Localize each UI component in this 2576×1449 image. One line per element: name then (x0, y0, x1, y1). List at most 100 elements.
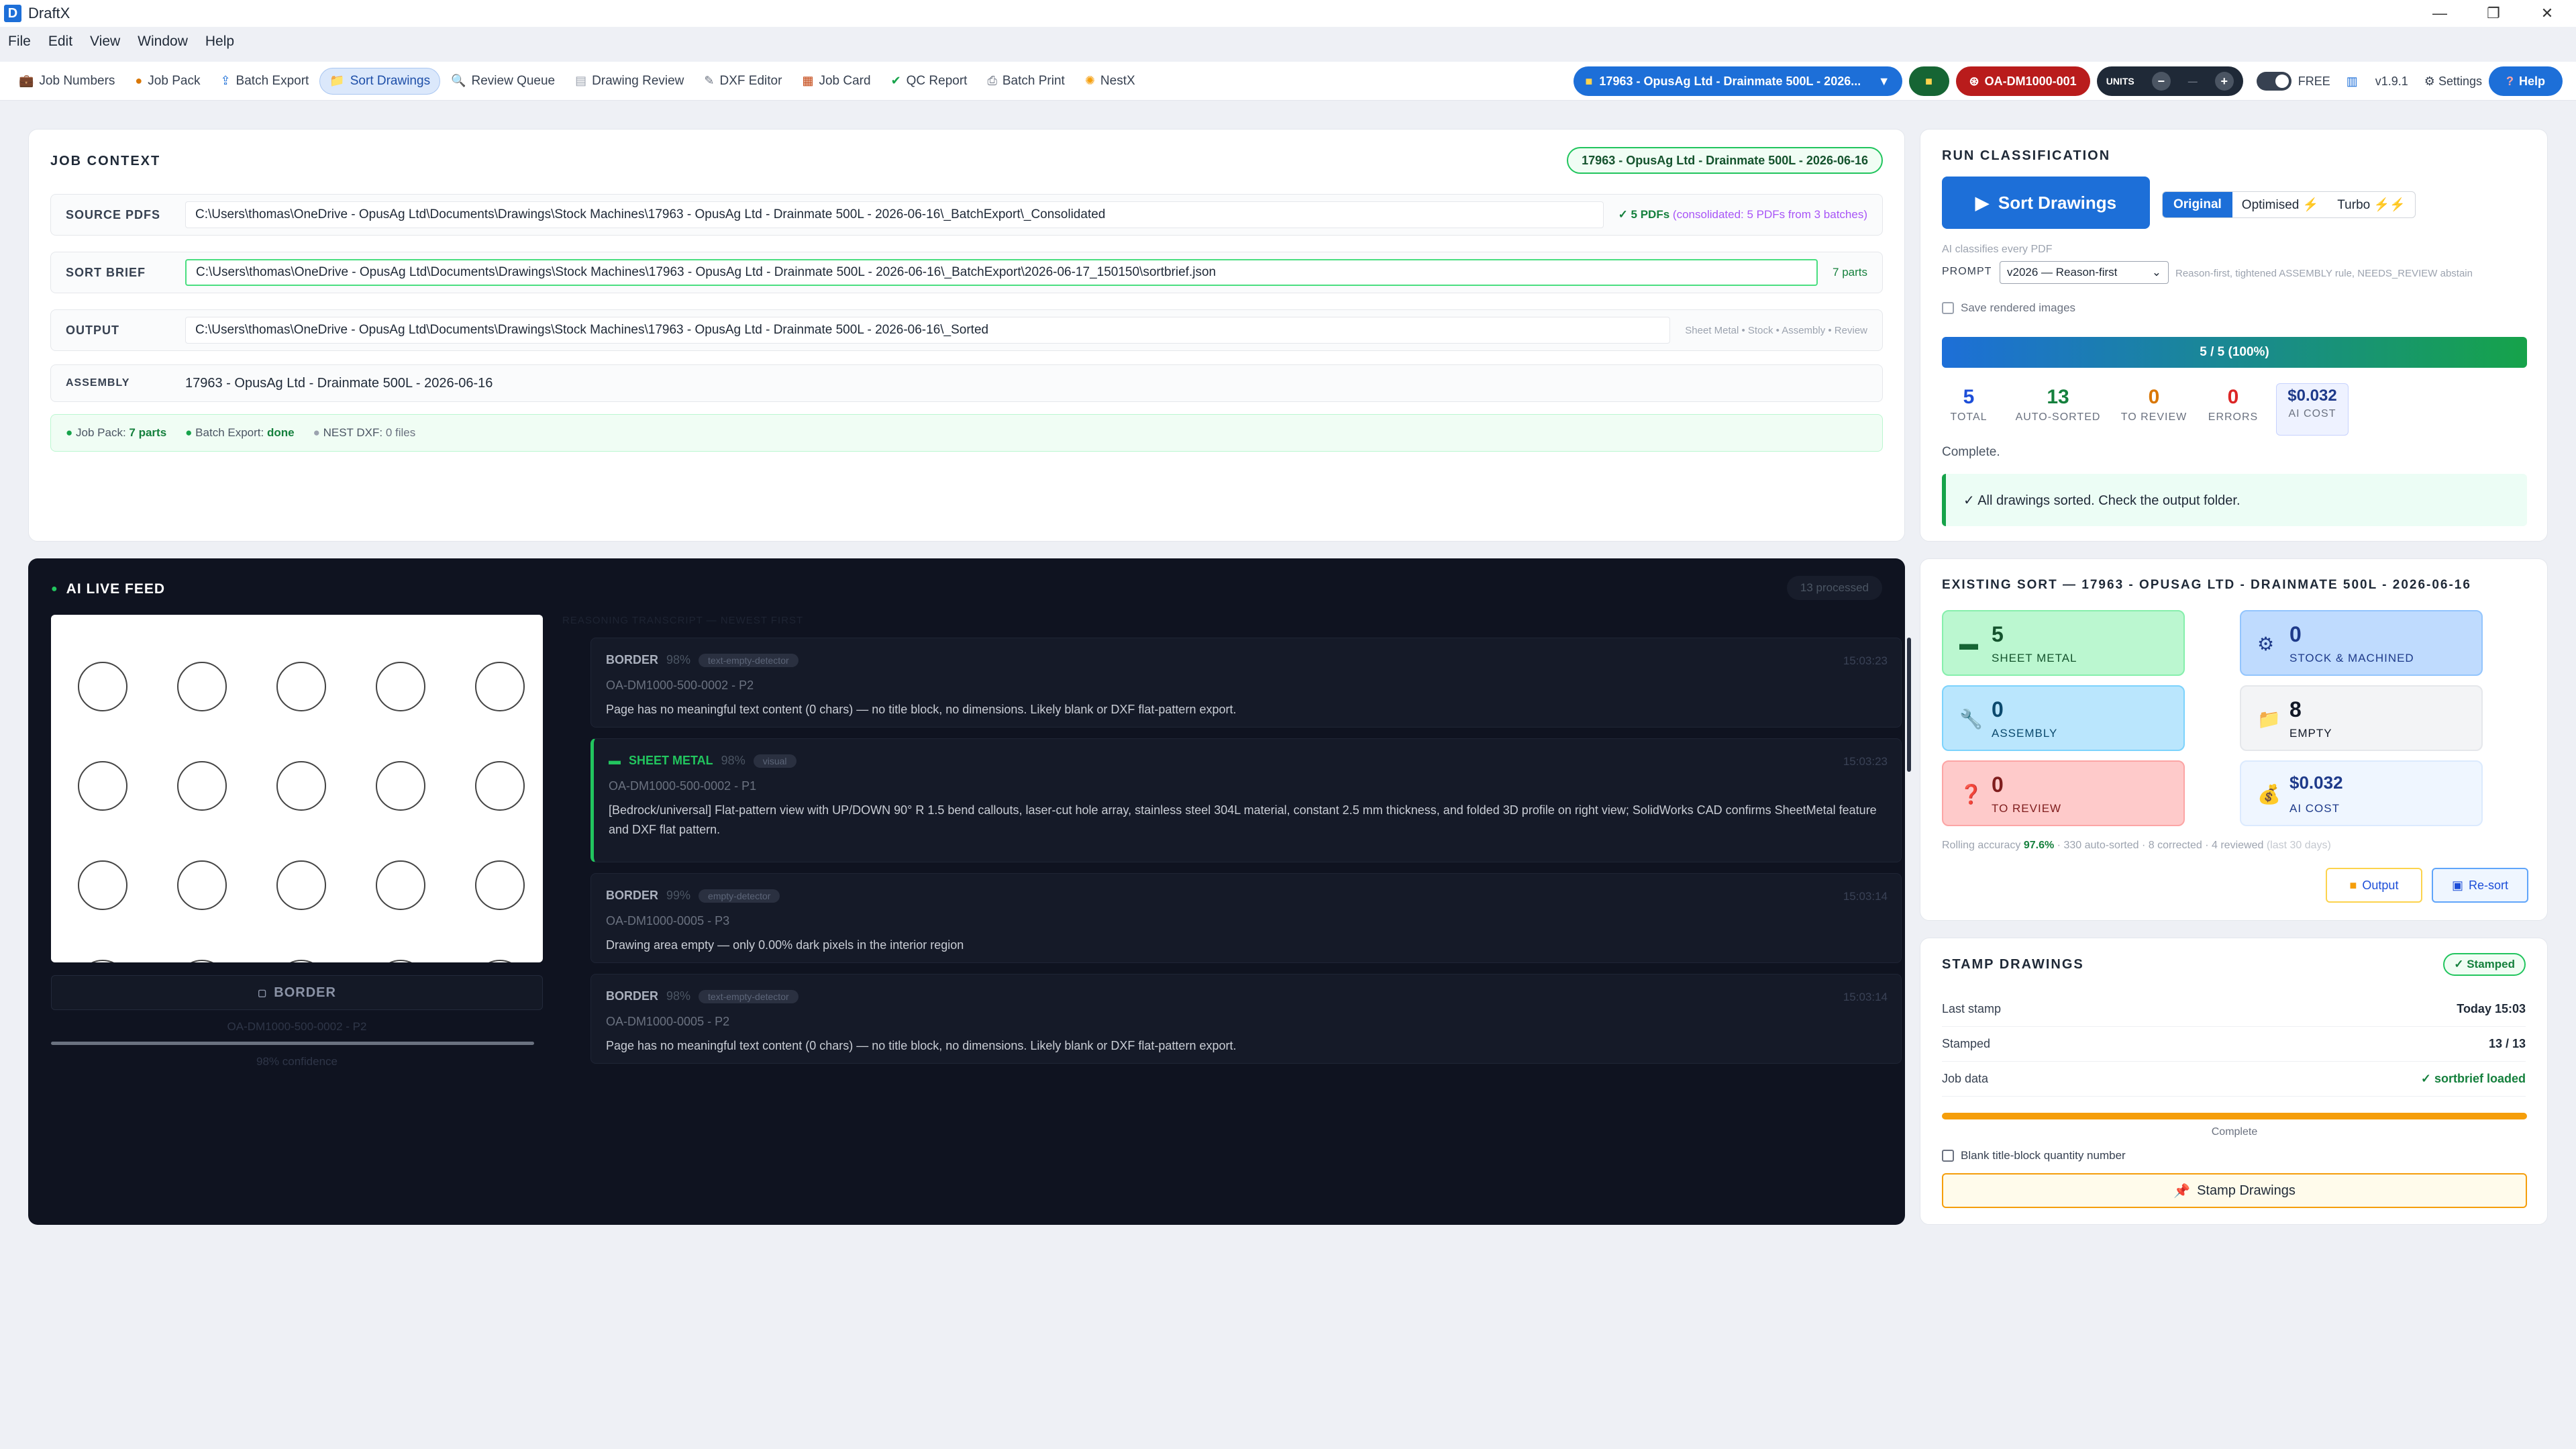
menu-view[interactable]: View (90, 34, 120, 50)
job-selector[interactable]: ■ 17963 - OpusAg Ltd - Drainmate 500L - … (1573, 66, 1902, 96)
tile-label: ASSEMBLY (1992, 727, 2058, 740)
hole-circle (376, 761, 425, 811)
tab-nestx[interactable]: ✺ NestX (1076, 68, 1145, 95)
tile-value: 0 (1992, 697, 2004, 721)
settings-button[interactable]: ⚙ Settings (2424, 74, 2482, 89)
hole-circle (78, 662, 127, 711)
tab-batch-print[interactable]: ⎙ Batch Print (978, 68, 1074, 95)
stamp-drawings-card: STAMP DRAWINGS ✓ Stamped Last stamp Today… (1920, 938, 2548, 1225)
blank-qty-option[interactable]: Blank title-block quantity number (1942, 1149, 2126, 1162)
units-value: — (2187, 76, 2198, 87)
tab-batch-export[interactable]: ⇪ Batch Export (211, 68, 318, 95)
close-button[interactable]: ✕ (2520, 0, 2574, 27)
tab-review-queue[interactable]: 🔍 Review Queue (442, 68, 564, 95)
help-button[interactable]: ? Help (2488, 66, 2563, 96)
hole-circle (177, 662, 227, 711)
feed-item[interactable]: BORDER 98% text-empty-detector 15:03:23 OA… (590, 638, 1902, 728)
detector-chip: empty-detector (699, 889, 780, 903)
tab-job-pack[interactable]: ● Job Pack (125, 68, 209, 95)
folder-icon: ■ (2349, 878, 2357, 892)
menu-help[interactable]: Help (205, 34, 234, 50)
feed-item[interactable]: ▬ SHEET METAL 98% visual 15:03:23 OA-DM1000… (590, 738, 1902, 862)
menu-window[interactable]: Window (138, 34, 188, 50)
detector-chip: visual (753, 754, 796, 768)
feed-time: 15:03:23 (1843, 755, 1888, 768)
drawing-code-button[interactable]: ⊛ OA-DM1000-001 (1955, 66, 2090, 96)
hole-circle (78, 860, 127, 910)
sort-brief-parts: 7 parts (1833, 266, 1867, 279)
run-classification-card: RUN CLASSIFICATION ▶ Sort Drawings Origin… (1920, 129, 2548, 542)
stamp-row-last: Last stamp Today 15:03 (1942, 992, 2526, 1027)
source-pdfs-field[interactable]: C:\Users\thomas\OneDrive - OpusAg Ltd\Do… (185, 201, 1604, 228)
run-message: ✓ All drawings sorted. Check the output … (1942, 474, 2527, 526)
tile-label: TO REVIEW (1992, 802, 2062, 815)
resort-button[interactable]: ▣ Re-sort (2432, 868, 2528, 903)
sheet-icon: ▬ (609, 754, 621, 767)
category-tile-empty[interactable]: 📁 8 EMPTY (2240, 685, 2483, 751)
transcript-header: REASONING TRANSCRIPT — NEWEST FIRST (562, 615, 804, 626)
pin-icon: 📌 (2173, 1183, 2191, 1199)
feed-reasoning: Drawing area empty — only 0.00% dark pix… (606, 938, 964, 952)
category-tile-sheet-metal[interactable]: ▬ 5 SHEET METAL (1942, 610, 2185, 676)
tab-job-numbers[interactable]: 💼 Job Numbers (9, 68, 124, 95)
maximize-button[interactable]: ❐ (2467, 0, 2520, 27)
category-tile-assembly[interactable]: 🔧 0 ASSEMBLY (1942, 685, 2185, 751)
tab-drawing-review[interactable]: ▤ Drawing Review (566, 68, 693, 95)
feed-item[interactable]: BORDER 99% empty-detector 15:03:14 OA-DM10… (590, 873, 1902, 963)
preview-id: OA-DM1000-500-0002 - P2 (227, 1020, 367, 1033)
tile-label: EMPTY (2289, 727, 2332, 740)
export-icon: ⇪ (220, 74, 231, 87)
stamp-row-jobdata: Job data ✓ sortbrief loaded (1942, 1062, 2526, 1097)
nest-dxf-status: ● NEST DXF: 0 files (313, 426, 416, 439)
mode-turbo[interactable]: Turbo ⚡⚡ (2328, 197, 2415, 213)
category-tile-to-review[interactable]: ❓ 0 TO REVIEW (1942, 760, 2185, 826)
minimize-button[interactable]: — (2413, 0, 2467, 27)
tab-dxf-editor[interactable]: ✎ DXF Editor (694, 68, 791, 95)
feed-scrollbar[interactable] (1907, 638, 1911, 772)
source-pdfs-status: ✓ 5 PDFs (consolidated: 5 PDFs from 3 ba… (1618, 208, 1867, 221)
category-tile-stock-machined[interactable]: ⚙ 0 STOCK & MACHINED (2240, 610, 2483, 676)
stamp-drawings-button[interactable]: 📌 Stamp Drawings (1942, 1173, 2527, 1208)
units-decrement-button[interactable]: − (2151, 72, 2171, 91)
job-pack-status: ● Job Pack: 7 parts (66, 426, 167, 439)
feed-drawing-id: OA-DM1000-500-0002 - P1 (609, 779, 757, 793)
run-status: Complete. (1942, 445, 2000, 459)
open-output-button[interactable]: ■ Output (2326, 868, 2422, 903)
mode-toggle[interactable] (2256, 72, 2291, 91)
folder-icon: 📁 (329, 74, 345, 87)
magnifier-icon: 🔍 (451, 74, 466, 87)
save-images-option[interactable]: Save rendered images (1942, 301, 2075, 315)
feed-time: 15:03:23 (1843, 654, 1888, 667)
category-tag: BORDER (606, 989, 659, 1003)
run-progress-bar: 5 / 5 (100%) (1942, 337, 2527, 368)
menu-edit[interactable]: Edit (48, 34, 72, 50)
chevron-down-icon: ⌄ (2151, 266, 2161, 279)
prompt-select[interactable]: v2026 — Reason-first ⌄ (2000, 261, 2169, 284)
save-images-checkbox[interactable] (1942, 302, 1954, 314)
border-icon: ▢ (258, 987, 268, 998)
stats-icon[interactable]: ▥ (2347, 74, 2358, 89)
sort-brief-field[interactable]: C:\Users\thomas\OneDrive - OpusAg Ltd\Do… (185, 259, 1818, 286)
assembly-label: ASSEMBLY (66, 377, 130, 389)
lightning-icon: ⚡⚡ (2373, 198, 2406, 212)
refresh-icon: ▣ (2451, 878, 2463, 892)
tile-value: 5 (1992, 622, 2004, 646)
units-increment-button[interactable]: + (2214, 72, 2234, 91)
tab-sort-drawings[interactable]: 📁 Sort Drawings (319, 67, 441, 95)
stamp-progress-bar (1942, 1113, 2527, 1119)
mode-original[interactable]: Original (2163, 192, 2232, 217)
mode-optimised[interactable]: Optimised ⚡ (2232, 197, 2328, 213)
assembly-value: 17963 - OpusAg Ltd - Drainmate 500L - 20… (185, 375, 493, 391)
sort-drawings-button[interactable]: ▶ Sort Drawings (1942, 177, 2150, 229)
open-folder-button[interactable]: ■ (1908, 66, 1949, 96)
detector-chip: text-empty-detector (699, 989, 798, 1003)
rolling-accuracy: Rolling accuracy 97.6% · 330 auto-sorted… (1942, 840, 2331, 851)
blank-qty-checkbox[interactable] (1942, 1150, 1954, 1162)
tab-qc-report[interactable]: ✔ QC Report (882, 68, 977, 95)
category-tile-ai-cost[interactable]: 💰 $0.032 AI COST (2240, 760, 2483, 826)
menu-file[interactable]: File (8, 34, 31, 50)
output-field[interactable]: C:\Users\thomas\OneDrive - OpusAg Ltd\Do… (185, 317, 1671, 344)
tile-value: 0 (2289, 622, 2302, 646)
feed-item[interactable]: BORDER 98% text-empty-detector 15:03:14 OA… (590, 974, 1902, 1064)
tab-job-card[interactable]: ▦ Job Card (792, 68, 880, 95)
